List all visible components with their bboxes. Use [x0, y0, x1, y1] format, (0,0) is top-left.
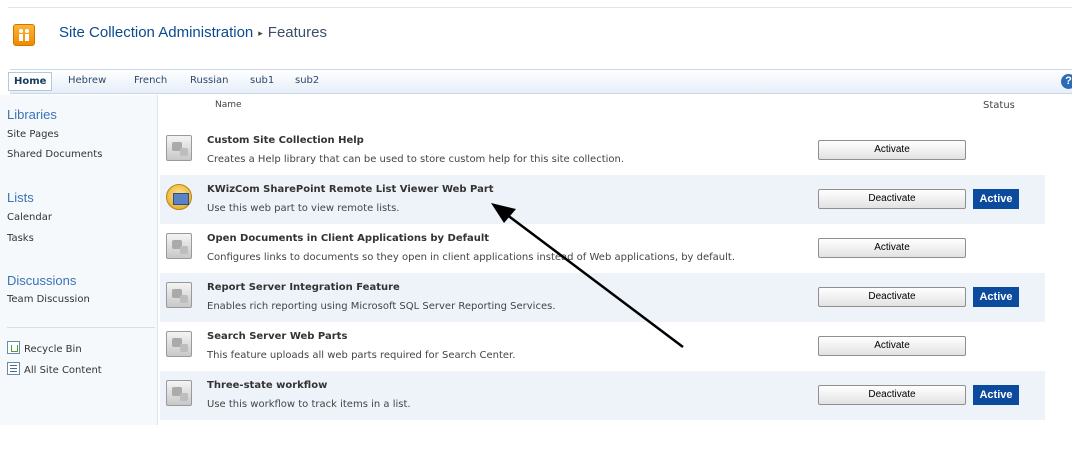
column-header-name[interactable]: Name	[215, 100, 242, 110]
deactivate-button[interactable]: Deactivate	[818, 385, 966, 405]
feature-description: Configures links to documents so they op…	[207, 252, 736, 263]
tab-sub2[interactable]: sub2	[295, 75, 319, 86]
activate-button[interactable]: Activate	[818, 238, 966, 258]
feature-description: Use this web part to view remote lists.	[207, 203, 400, 214]
deactivate-button[interactable]: Deactivate	[818, 189, 966, 209]
nav-item-shared-documents[interactable]: Shared Documents	[7, 149, 102, 160]
breadcrumb-site-link[interactable]: Site Collection Administration	[59, 24, 253, 41]
feature-title: KWizCom SharePoint Remote List Viewer We…	[207, 184, 494, 195]
nav-heading-lists[interactable]: Lists	[7, 190, 34, 205]
feature-title: Open Documents in Client Applications by…	[207, 233, 490, 244]
puzzle-icon	[166, 233, 192, 259]
recycle-bin-icon	[7, 341, 20, 354]
activate-button[interactable]: Activate	[818, 336, 966, 356]
breadcrumb: Site Collection Administration ▸ Features	[59, 24, 327, 41]
nav-item-calendar[interactable]: Calendar	[7, 212, 52, 223]
feature-description: Enables rich reporting using Microsoft S…	[207, 301, 556, 312]
nav-heading-discussions[interactable]: Discussions	[7, 273, 76, 288]
all-site-content-label: All Site Content	[24, 365, 102, 376]
status-badge: Active	[973, 189, 1019, 209]
recycle-bin-label: Recycle Bin	[24, 344, 82, 355]
site-logo-icon[interactable]	[13, 24, 35, 46]
status-badge: Active	[973, 287, 1019, 307]
puzzle-icon	[166, 331, 192, 357]
header-divider	[8, 7, 1072, 8]
page-title: Features	[267, 24, 327, 41]
deactivate-button[interactable]: Deactivate	[818, 287, 966, 307]
activate-button[interactable]: Activate	[818, 140, 966, 160]
puzzle-icon	[166, 380, 192, 406]
puzzle-icon	[166, 135, 192, 161]
help-icon[interactable]: ?	[1061, 74, 1072, 89]
feature-title: Three-state workflow	[207, 380, 328, 391]
nav-item-all-site-content[interactable]: All Site Content	[7, 362, 102, 376]
feature-description: Creates a Help library that can be used …	[207, 154, 625, 165]
status-badge: Active	[973, 385, 1019, 405]
column-header-status[interactable]: Status	[983, 100, 1015, 111]
feature-row: Open Documents in Client Applications by…	[160, 224, 1045, 273]
tab-russian[interactable]: Russian	[190, 75, 229, 86]
nav-item-recycle-bin[interactable]: Recycle Bin	[7, 341, 82, 355]
tab-sub1[interactable]: sub1	[250, 75, 274, 86]
all-site-content-icon	[7, 362, 20, 375]
feature-title: Search Server Web Parts	[207, 331, 348, 342]
nav-divider	[7, 327, 155, 328]
feature-row: Report Server Integration Feature Enable…	[160, 273, 1045, 322]
breadcrumb-arrow-icon: ▸	[258, 28, 263, 38]
tab-home[interactable]: Home	[8, 72, 53, 91]
quick-launch: Libraries Site Pages Shared Documents Li…	[0, 95, 158, 425]
feature-row: Custom Site Collection Help Creates a He…	[160, 126, 1045, 175]
feature-row: Three-state workflow Use this workflow t…	[160, 371, 1045, 420]
nav-heading-libraries[interactable]: Libraries	[7, 107, 57, 122]
kwizcom-icon	[166, 184, 192, 210]
page-header: Site Collection Administration ▸ Features	[0, 0, 1072, 68]
nav-item-team-discussion[interactable]: Team Discussion	[7, 294, 90, 305]
feature-title: Custom Site Collection Help	[207, 135, 364, 146]
top-nav-bar: Home Hebrew French Russian sub1 sub2 ?	[8, 69, 1072, 94]
tab-hebrew[interactable]: Hebrew	[68, 75, 106, 86]
nav-item-tasks[interactable]: Tasks	[7, 233, 34, 244]
feature-description: This feature uploads all web parts requi…	[207, 350, 516, 361]
feature-title: Report Server Integration Feature	[207, 282, 400, 293]
tab-french[interactable]: French	[134, 75, 167, 86]
feature-description: Use this workflow to track items in a li…	[207, 399, 411, 410]
nav-item-site-pages[interactable]: Site Pages	[7, 129, 59, 140]
puzzle-icon	[166, 282, 192, 308]
feature-row: Search Server Web Parts This feature upl…	[160, 322, 1045, 371]
feature-row: KWizCom SharePoint Remote List Viewer We…	[160, 175, 1045, 224]
